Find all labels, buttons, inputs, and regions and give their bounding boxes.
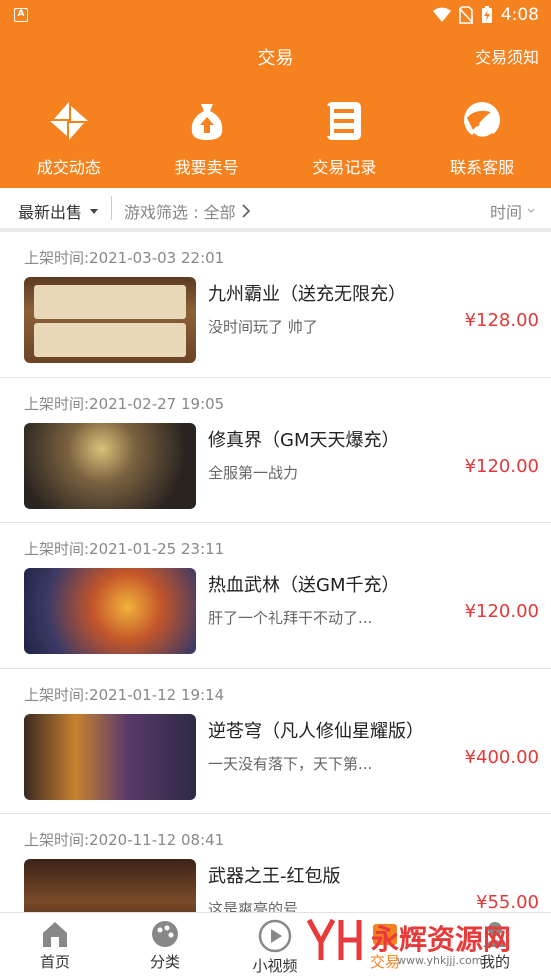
listing-thumbnail [24,713,196,800]
latest-sale-dropdown[interactable]: 最新出售 [18,199,99,223]
home-icon [43,922,67,947]
caret-down-icon [90,208,99,214]
chevron-down-icon [527,208,535,213]
listing-thumbnail [24,859,196,912]
listing-item[interactable]: 上架时间:2020-11-12 08:41 武器之王-红包版 这是爽亮的号 ¥5… [0,814,551,912]
quick-action-customer-service[interactable]: 联系客服 [413,100,551,178]
quick-action-label: 我要卖号 [174,158,239,177]
trade-notice-link[interactable]: 交易须知 [475,44,539,68]
time-sort-dropdown[interactable]: 时间 [490,199,535,223]
tab-label: 首页 [39,953,70,971]
listing-item[interactable]: 上架时间:2021-03-03 22:01 九州霸业（送充无限充） 没时间玩了 … [0,232,551,378]
listing-name: 逆苍穹（凡人修仙星耀版） [208,720,424,742]
listing-description: 肝了一个礼拜干不动了... [208,609,373,627]
listing-posted-time: 上架时间:2021-01-12 19:14 [24,685,225,704]
quick-action-deal-feed[interactable]: 成交动态 [0,100,138,178]
tab-home[interactable]: 首页 [0,913,110,979]
filter-bar: 最新出售 游戏筛选 : 全部 时间 [0,188,551,232]
game-filter-label: 游戏筛选 : 全部 [124,203,236,222]
quick-action-sell-account[interactable]: 我要卖号 [138,100,276,178]
filter-divider [111,196,112,220]
status-bar: A 4:08 [0,0,551,32]
listing-price: ¥128.00 [464,310,539,331]
status-time: 4:08 [500,5,539,25]
listing-name: 九州霸业（送充无限充） [208,284,406,305]
play-circle-icon [258,919,292,953]
listing-list: 上架时间:2021-03-03 22:01 九州霸业（送充无限充） 没时间玩了 … [0,232,551,912]
no-sim-icon [458,6,473,24]
trade-header: 交易 交易须知 成交动态 我要卖号 交易记录 联系客服 [0,32,551,188]
watermark-url: www.yhkjjj.com [397,954,483,967]
page-title: 交易 [257,48,294,69]
pinwheel-icon [49,102,88,140]
record-list-icon [325,102,362,140]
listing-name: 修真界（GM天天爆充） [208,429,400,451]
quick-action-label: 交易记录 [312,158,377,177]
palette-icon [152,921,178,947]
time-sort-label: 时间 [489,203,522,222]
listing-name: 热血武林（送GM千充） [208,575,400,596]
game-filter-button[interactable]: 游戏筛选 : 全部 [124,199,251,223]
watermark: 永辉资源网 www.yhkjjj.com [305,916,535,968]
quick-action-trade-records[interactable]: 交易记录 [276,100,414,178]
listing-description: 一天没有落下，天下第... [208,754,373,773]
app-notification-icon: A [14,8,28,22]
listing-posted-time: 上架时间:2021-03-03 22:01 [24,249,225,267]
latest-sale-label: 最新出售 [18,203,83,222]
wifi-icon [432,7,451,22]
listing-thumbnail [24,422,196,509]
listing-description: 没时间玩了 帅了 [208,318,318,336]
listing-price: ¥55.00 [476,892,539,912]
listing-item[interactable]: 上架时间:2021-01-25 23:11 热血武林（送GM千充） 肝了一个礼拜… [0,523,551,669]
listing-thumbnail [24,568,196,654]
listing-posted-time: 上架时间:2021-01-25 23:11 [24,540,225,558]
listing-posted-time: 上架时间:2020-11-12 08:41 [24,831,225,849]
watermark-text: 永辉资源网 [371,923,512,956]
quick-action-label: 联系客服 [450,158,515,177]
listing-description: 全服第一战力 [208,463,299,482]
listing-price: ¥120.00 [464,455,539,477]
battery-charging-icon [481,6,492,23]
listing-item[interactable]: 上架时间:2021-01-12 19:14 逆苍穹（凡人修仙星耀版） 一天没有落… [0,668,551,814]
listing-description: 这是爽亮的号 [208,900,299,912]
listing-thumbnail [24,277,196,363]
listing-name: 武器之王-红包版 [208,866,341,887]
money-bag-upload-icon [191,104,222,140]
listing-posted-time: 上架时间:2021-02-27 19:05 [24,394,225,413]
tab-category[interactable]: 分类 [110,913,220,979]
listing-price: ¥400.00 [464,746,539,768]
listing-item[interactable]: 上架时间:2021-02-27 19:05 修真界（GM天天爆充） 全服第一战力… [0,377,551,523]
quick-action-label: 成交动态 [36,158,101,177]
tab-label: 分类 [149,953,180,971]
customer-service-icon [464,102,501,140]
quick-actions: 成交动态 我要卖号 交易记录 联系客服 [0,100,551,178]
chevron-right-icon [241,204,250,218]
watermark-logo-icon [306,918,362,960]
listing-price: ¥120.00 [464,601,539,622]
